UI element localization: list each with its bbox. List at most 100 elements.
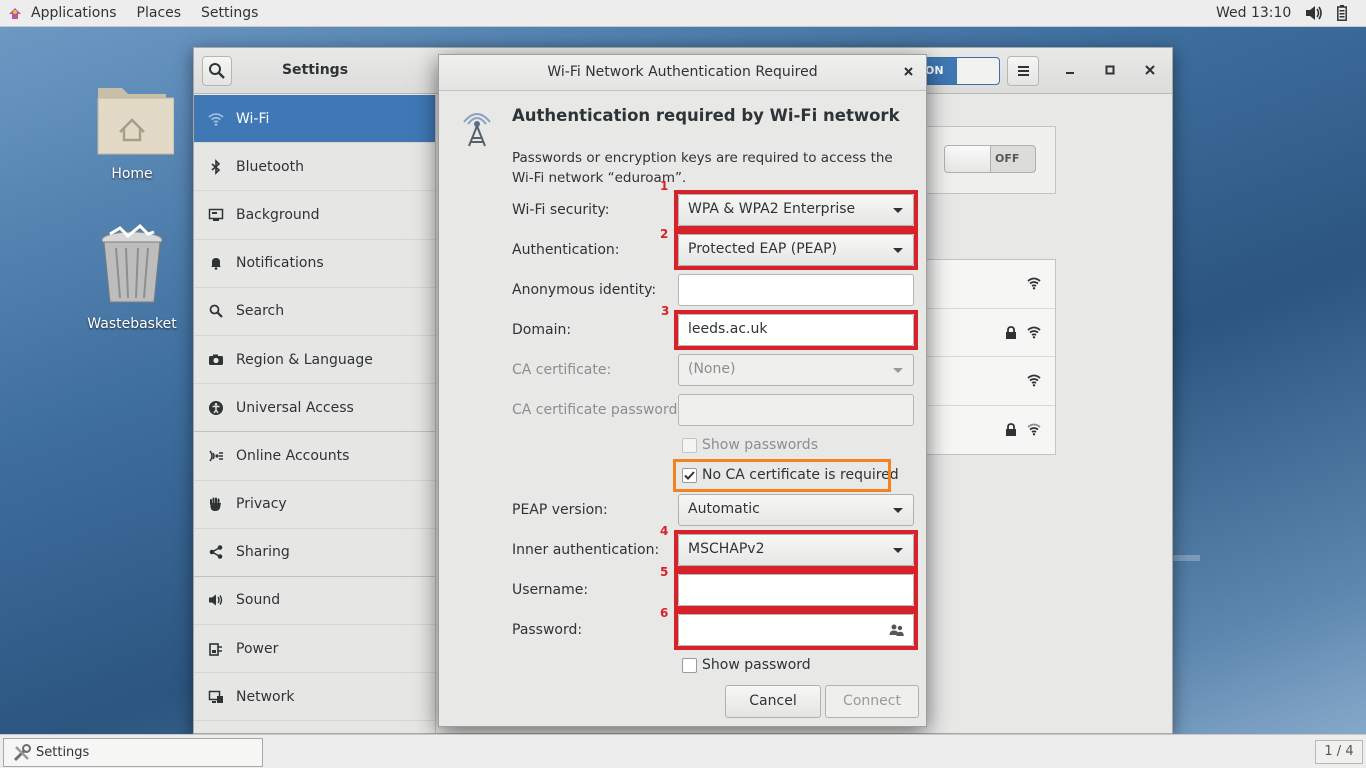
inner-auth-value: MSCHAPv2	[688, 541, 765, 557]
password-input[interactable]	[678, 614, 914, 646]
password-label: Password:	[512, 622, 583, 638]
trash-icon	[101, 223, 163, 303]
network-row[interactable]	[923, 406, 1055, 455]
sidebar-item-power[interactable]: Power	[194, 625, 435, 674]
network-row[interactable]	[923, 309, 1055, 357]
peap-version-value: Automatic	[688, 501, 760, 517]
sidebar-item-search[interactable]: Search	[194, 288, 435, 336]
ca-password-input[interactable]	[678, 394, 914, 426]
online-accounts-icon	[208, 448, 224, 464]
wifi-signal-icon	[1027, 325, 1041, 343]
annotation-number: 2	[660, 227, 669, 241]
inner-auth-combo[interactable]: MSCHAPv2	[678, 534, 914, 566]
dialog-title: Wi-Fi Network Authentication Required	[547, 64, 818, 80]
wifi-security-combo[interactable]: WPA & WPA2 Enterprise	[678, 194, 914, 226]
desktop-wastebasket[interactable]: Wastebasket	[82, 223, 182, 332]
taskbar-settings-item[interactable]: Settings	[3, 738, 263, 767]
sidebar-item-wifi[interactable]: Wi-Fi	[194, 95, 435, 144]
network-row[interactable]	[923, 260, 1055, 309]
sidebar-item-region-language[interactable]: Region & Language	[194, 336, 435, 385]
camera-icon	[208, 352, 224, 368]
dialog-heading: Authentication required by Wi-Fi network	[512, 106, 900, 125]
hand-icon	[208, 496, 224, 512]
airplane-mode-switch-label: OFF	[995, 152, 1020, 165]
wifi-auth-dialog: Wi-Fi Network Authentication Required Au…	[438, 54, 927, 727]
sidebar-item-network[interactable]: Network	[194, 673, 435, 722]
annotation-number: 4	[660, 524, 669, 538]
sidebar-item-label: Region & Language	[236, 351, 373, 368]
settings-title: Settings	[281, 62, 349, 78]
domain-input[interactable]: leeds.ac.uk	[678, 314, 914, 346]
connect-button[interactable]: Connect	[825, 685, 919, 718]
no-ca-required-checkbox[interactable]: No CA certificate is required	[682, 467, 899, 483]
sidebar-item-notifications[interactable]: Notifications	[194, 240, 435, 288]
no-ca-required-label: No CA certificate is required	[702, 467, 899, 483]
minimize-button[interactable]	[1060, 60, 1080, 80]
username-input[interactable]	[678, 574, 914, 606]
sidebar-item-sharing[interactable]: Sharing	[194, 529, 435, 577]
sidebar-item-background[interactable]: Background	[194, 191, 435, 240]
inner-auth-label: Inner authentication:	[512, 542, 660, 558]
desktop-home[interactable]: Home	[82, 74, 182, 182]
network-row[interactable]	[923, 357, 1055, 406]
annotation-number: 6	[660, 606, 669, 620]
cancel-button[interactable]: Cancel	[725, 685, 821, 718]
sidebar-item-label: Universal Access	[236, 399, 354, 416]
sidebar-item-universal-access[interactable]: Universal Access	[194, 384, 435, 433]
authentication-label: Authentication:	[512, 242, 620, 258]
sidebar-item-privacy[interactable]: Privacy	[194, 481, 435, 529]
chevron-down-icon	[893, 208, 903, 213]
wifi-signal-icon	[1027, 276, 1041, 294]
applications-icon	[7, 5, 23, 21]
settings-menu[interactable]: Settings	[191, 5, 268, 21]
clock[interactable]: Wed 13:10	[1216, 5, 1291, 21]
sidebar-item-label: Network	[236, 688, 295, 705]
applications-menu[interactable]: Applications	[23, 5, 127, 21]
sidebar-item-bluetooth[interactable]: Bluetooth	[194, 143, 435, 192]
checkbox-box	[682, 467, 697, 483]
places-menu[interactable]: Places	[127, 5, 192, 21]
ca-certificate-combo[interactable]: (None)	[678, 354, 914, 386]
show-passwords-checkbox[interactable]: Show passwords	[682, 437, 818, 453]
wifi-signal-icon	[1027, 373, 1041, 391]
sidebar-item-label: Power	[236, 640, 279, 657]
lock-icon	[1005, 325, 1017, 344]
wifi-security-value: WPA & WPA2 Enterprise	[688, 201, 856, 217]
sidebar-item-sound[interactable]: Sound	[194, 577, 435, 626]
accessibility-icon	[208, 400, 224, 416]
peap-version-combo[interactable]: Automatic	[678, 494, 914, 526]
network-list	[922, 259, 1056, 455]
settings-sidebar: Wi-Fi Bluetooth Background Notifications…	[194, 95, 436, 733]
airplane-mode-switch[interactable]: OFF	[944, 145, 1036, 173]
folder-icon	[97, 88, 175, 155]
authentication-value: Protected EAP (PEAP)	[688, 241, 837, 257]
wifi-menu-button[interactable]	[1007, 56, 1039, 86]
dialog-close-button[interactable]	[899, 61, 919, 81]
maximize-button[interactable]	[1100, 60, 1120, 80]
sidebar-item-online-accounts[interactable]: Online Accounts	[194, 432, 435, 481]
bell-icon	[208, 255, 224, 271]
authentication-combo[interactable]: Protected EAP (PEAP)	[678, 234, 914, 266]
annotation-number: 5	[660, 565, 669, 579]
network-icon	[208, 689, 224, 705]
close-window-button[interactable]	[1140, 60, 1160, 80]
power-icon	[208, 641, 224, 657]
chevron-down-icon	[893, 248, 903, 253]
volume-icon[interactable]	[1305, 5, 1323, 21]
checkmark-icon	[684, 470, 695, 480]
workspace-indicator[interactable]: 1 / 4	[1315, 740, 1363, 764]
peap-version-label: PEAP version:	[512, 502, 608, 518]
anonymous-identity-input[interactable]	[678, 274, 914, 306]
ca-password-label: CA certificate password:	[512, 402, 683, 418]
username-label: Username:	[512, 582, 589, 598]
airplane-mode-switch-knob	[945, 146, 991, 172]
checkbox-box	[682, 657, 697, 673]
users-icon[interactable]	[889, 623, 905, 641]
bottom-taskbar: Settings 1 / 4	[0, 734, 1366, 768]
checkbox-box	[682, 437, 697, 453]
battery-icon[interactable]	[1337, 5, 1347, 21]
sidebar-item-label: Bluetooth	[236, 158, 304, 175]
show-password-checkbox[interactable]: Show password	[682, 657, 811, 673]
sidebar-item-label: Background	[236, 206, 320, 223]
sidebar-item-label: Sharing	[236, 544, 290, 561]
